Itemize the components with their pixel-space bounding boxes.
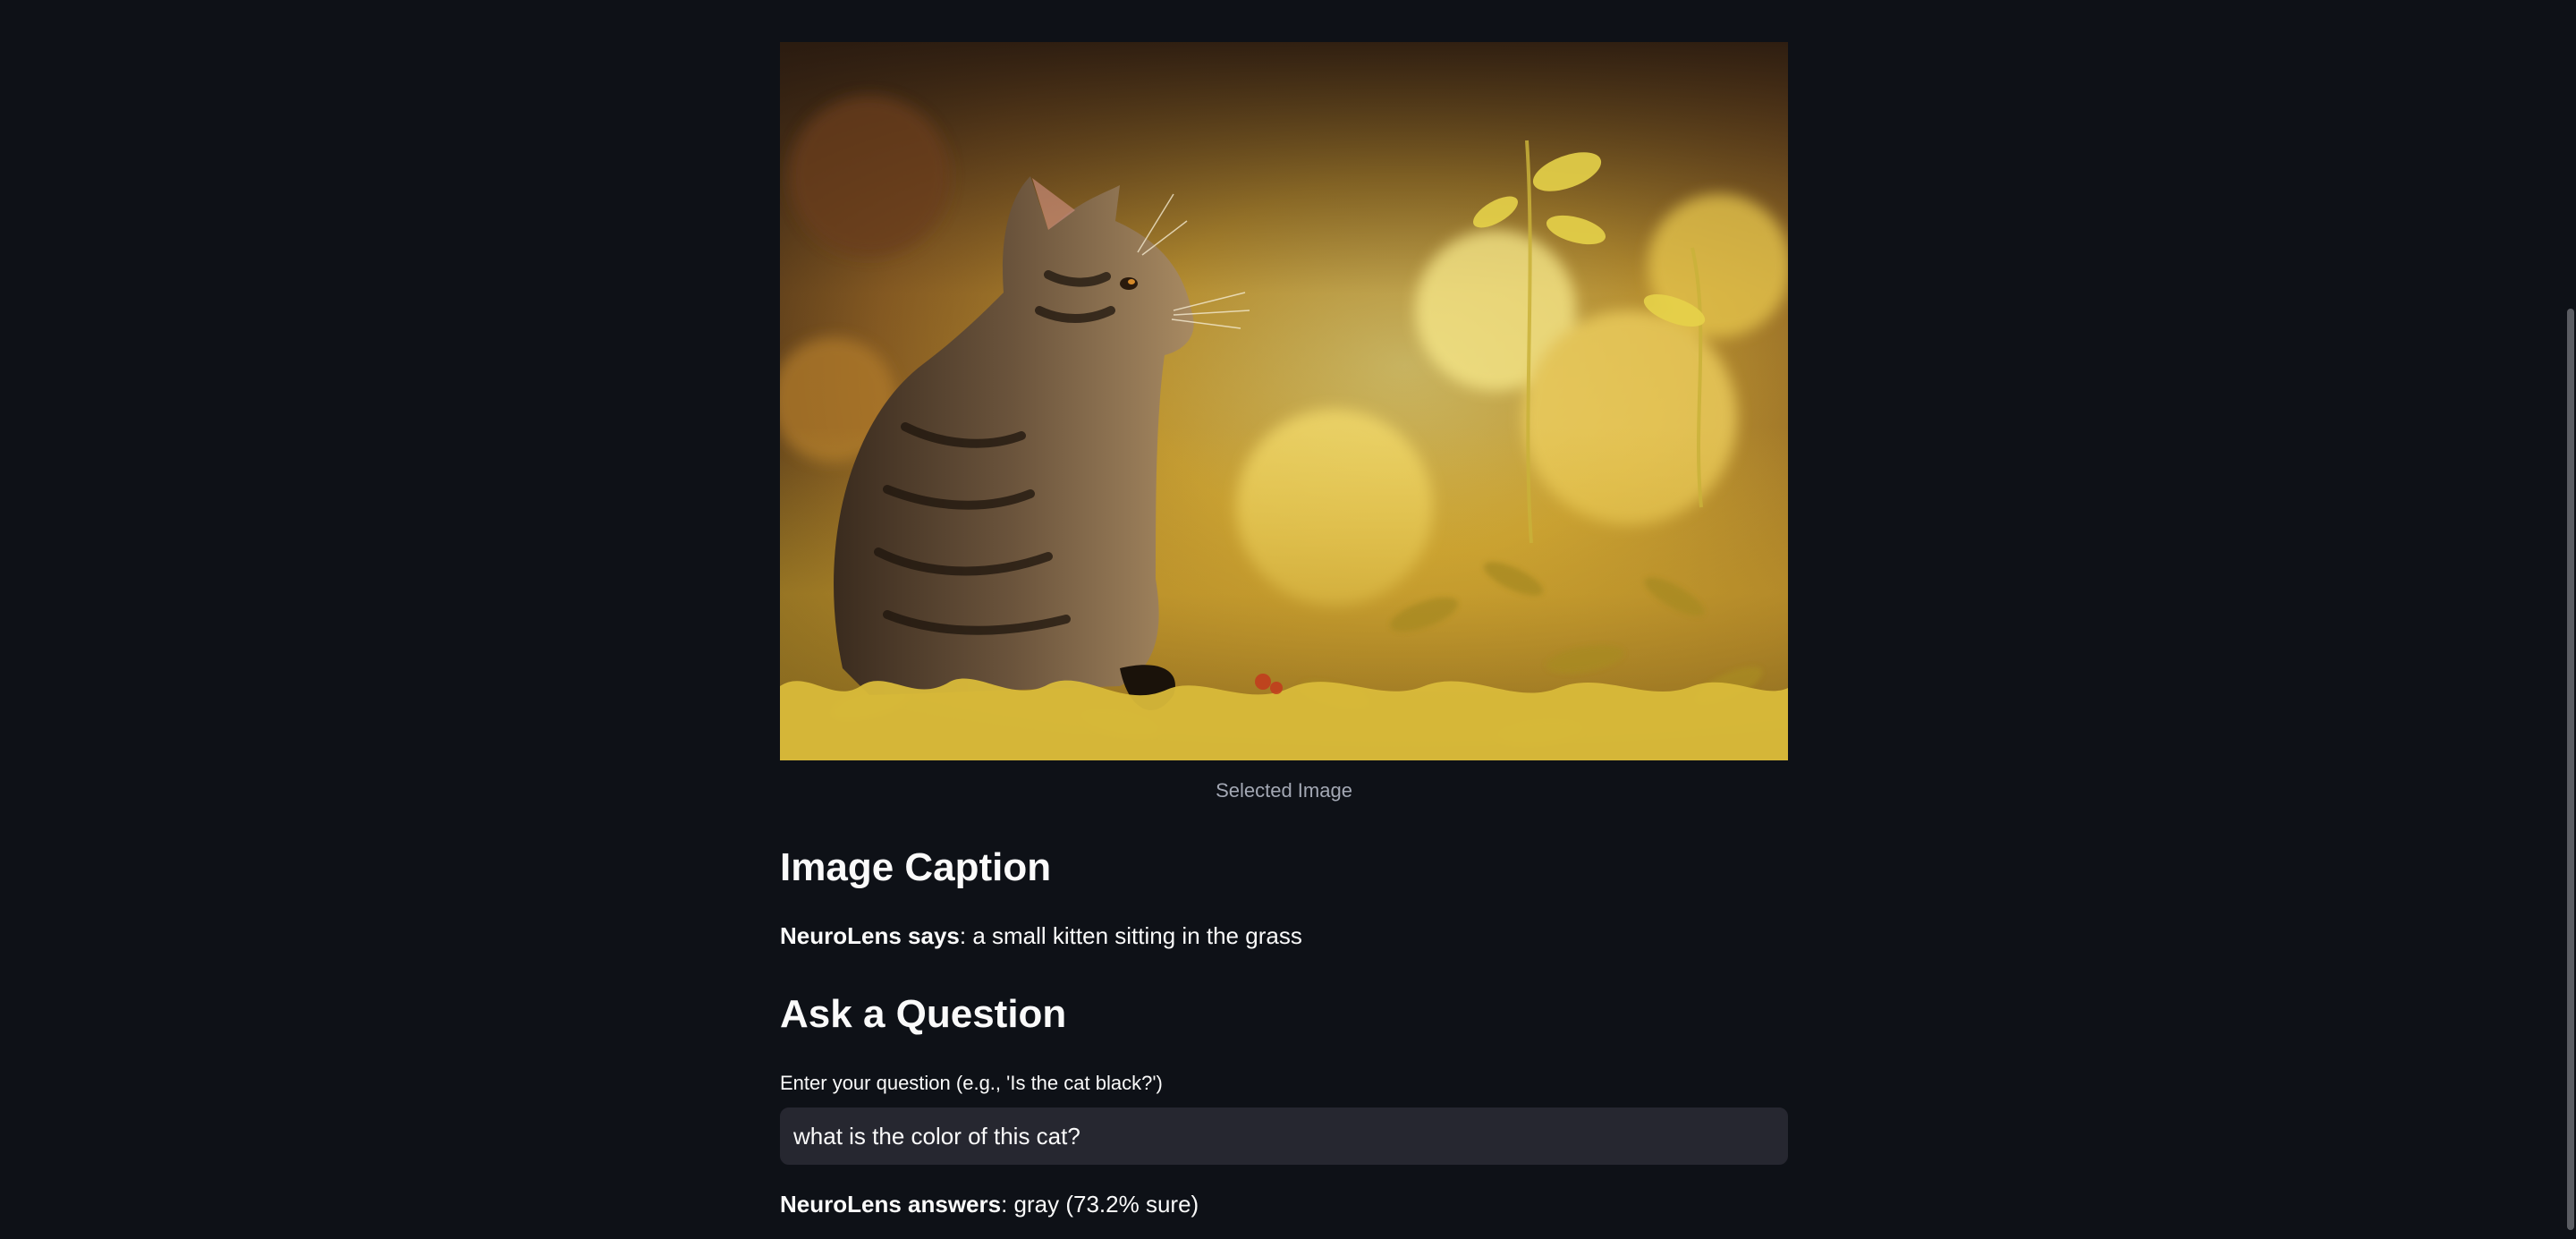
- main-column: Selected Image Image Caption NeuroLens s…: [780, 42, 1788, 1220]
- question-input-label: Enter your question (e.g., 'Is the cat b…: [780, 1072, 1163, 1094]
- answer-result-prefix: NeuroLens answers: [780, 1191, 1002, 1218]
- scrollbar-thumb[interactable]: [2567, 309, 2574, 1230]
- question-input[interactable]: [780, 1107, 1788, 1165]
- caption-result-prefix: NeuroLens says: [780, 922, 960, 949]
- answer-result: NeuroLens answers: gray (73.2% sure): [780, 1188, 1788, 1220]
- image-caption-heading: Image Caption: [780, 845, 1052, 889]
- kitten-photo: [780, 42, 1788, 760]
- caption-result: NeuroLens says: a small kitten sitting i…: [780, 920, 1788, 952]
- page-scrollbar[interactable]: [2565, 0, 2576, 1239]
- caption-result-text: : a small kitten sitting in the grass: [959, 922, 1302, 949]
- image-caption: Selected Image: [1216, 779, 1352, 802]
- app-root: Selected Image Image Caption NeuroLens s…: [0, 0, 2576, 1239]
- selected-image: [780, 42, 1788, 760]
- answer-result-text: : gray (73.2% sure): [1001, 1191, 1199, 1218]
- ask-question-heading: Ask a Question: [780, 992, 1067, 1036]
